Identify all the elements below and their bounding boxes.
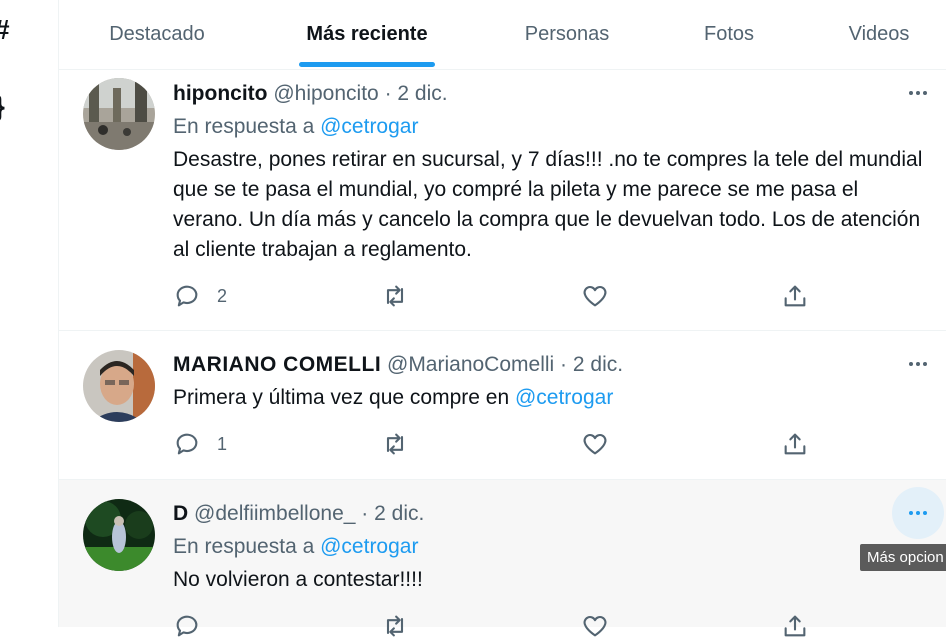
more-options-button[interactable] — [892, 67, 944, 119]
tweet-header: D @delfiimbellone_ · 2 dic. — [173, 502, 424, 526]
tab-label: Fotos — [703, 23, 755, 45]
avatar[interactable] — [83, 499, 155, 571]
tab-fotos[interactable]: Fotos — [685, 0, 773, 69]
tweet-text-prefix: Primera y última vez que compre en — [173, 386, 515, 409]
share-icon — [784, 615, 806, 637]
display-name[interactable]: D — [173, 502, 188, 525]
mention-link[interactable]: @cetrogar — [320, 115, 418, 138]
like-icon — [583, 615, 607, 637]
user-handle[interactable]: @hiponcito — [273, 82, 378, 105]
active-tab-indicator — [299, 62, 435, 67]
retweet-button[interactable] — [381, 612, 409, 640]
like-button[interactable] — [581, 430, 609, 458]
reply-prefix: En respuesta a — [173, 115, 315, 138]
share-button[interactable] — [781, 430, 809, 458]
display-name[interactable]: MARIANO COMELLI — [173, 353, 381, 376]
tweet-text: Primera y última vez que compre en @cetr… — [173, 383, 933, 413]
tweet-header: MARIANO COMELLI @MarianoComelli · 2 dic. — [173, 353, 623, 377]
tweet[interactable]: D @delfiimbellone_ · 2 dic. En respuesta… — [59, 480, 946, 637]
share-icon — [784, 433, 806, 455]
reply-prefix: En respuesta a — [173, 535, 315, 558]
tweet-date[interactable]: 2 dic. — [397, 82, 447, 105]
reply-button[interactable] — [173, 612, 201, 640]
more-icon — [909, 362, 927, 366]
more-options-button[interactable] — [892, 487, 944, 539]
reply-icon — [176, 285, 198, 307]
avatar[interactable] — [83, 78, 155, 150]
tweet-actions: 2 — [173, 282, 946, 312]
reply-button[interactable]: 1 — [173, 430, 227, 458]
tab-label: Personas — [524, 23, 610, 45]
like-icon — [583, 433, 607, 455]
user-handle[interactable]: @delfiimbellone_ — [194, 502, 355, 525]
tweet-text: Desastre, pones retirar en sucursal, y 7… — [173, 148, 923, 261]
avatar[interactable] — [83, 350, 155, 422]
tweet-actions: 1 — [173, 430, 946, 460]
tweet-date[interactable]: 2 dic. — [374, 502, 424, 525]
reply-icon — [176, 433, 198, 455]
more-options-tooltip: Más opcion — [860, 544, 946, 571]
like-icon — [583, 285, 607, 307]
search-tabs: Destacado Más reciente Personas Fotos Vi… — [59, 0, 946, 70]
retweet-icon — [386, 285, 404, 307]
retweet-button[interactable] — [381, 282, 409, 310]
hashtag-icon[interactable]: # — [0, 14, 10, 46]
retweet-button[interactable] — [381, 430, 409, 458]
tab-destacado[interactable]: Destacado — [79, 0, 235, 69]
more-icon — [909, 91, 927, 95]
reply-count: 2 — [217, 285, 228, 306]
mention-link[interactable]: @cetrogar — [515, 386, 613, 409]
display-name[interactable]: hiponcito — [173, 82, 267, 105]
reply-icon — [176, 615, 198, 637]
separator: · — [560, 353, 568, 376]
tab-label: Videos — [848, 23, 910, 45]
reply-context: En respuesta a @cetrogar — [173, 115, 418, 139]
tweet-actions — [173, 612, 946, 642]
tweet-date[interactable]: 2 dic. — [573, 353, 623, 376]
tweet-header: hiponcito @hiponcito · 2 dic. — [173, 82, 448, 106]
separator: · — [384, 82, 392, 105]
tab-personas[interactable]: Personas — [505, 0, 629, 69]
left-rail: # } — [0, 0, 58, 627]
share-button[interactable] — [781, 612, 809, 640]
settings-icon[interactable]: } — [0, 90, 5, 122]
mention-link[interactable]: @cetrogar — [320, 535, 418, 558]
like-button[interactable] — [581, 282, 609, 310]
tweet-text: No volvieron a contestar!!!! — [173, 568, 423, 591]
tab-videos[interactable]: Videos — [829, 0, 929, 69]
share-icon — [784, 285, 806, 307]
like-button[interactable] — [581, 612, 609, 640]
more-icon — [909, 511, 927, 515]
tweet[interactable]: MARIANO COMELLI @MarianoComelli · 2 dic.… — [59, 331, 946, 480]
reply-button[interactable]: 2 — [173, 282, 227, 310]
tweet[interactable]: hiponcito @hiponcito · 2 dic. En respues… — [59, 70, 946, 331]
tab-mas-reciente[interactable]: Más reciente — [285, 0, 449, 69]
tab-label: Más reciente — [306, 23, 428, 45]
reply-context: En respuesta a @cetrogar — [173, 535, 418, 559]
retweet-icon — [386, 433, 404, 455]
share-button[interactable] — [781, 282, 809, 310]
retweet-icon — [386, 615, 404, 637]
separator: · — [361, 502, 369, 525]
user-handle[interactable]: @MarianoComelli — [387, 353, 554, 376]
reply-count: 1 — [217, 433, 228, 454]
tab-label: Destacado — [109, 23, 205, 45]
